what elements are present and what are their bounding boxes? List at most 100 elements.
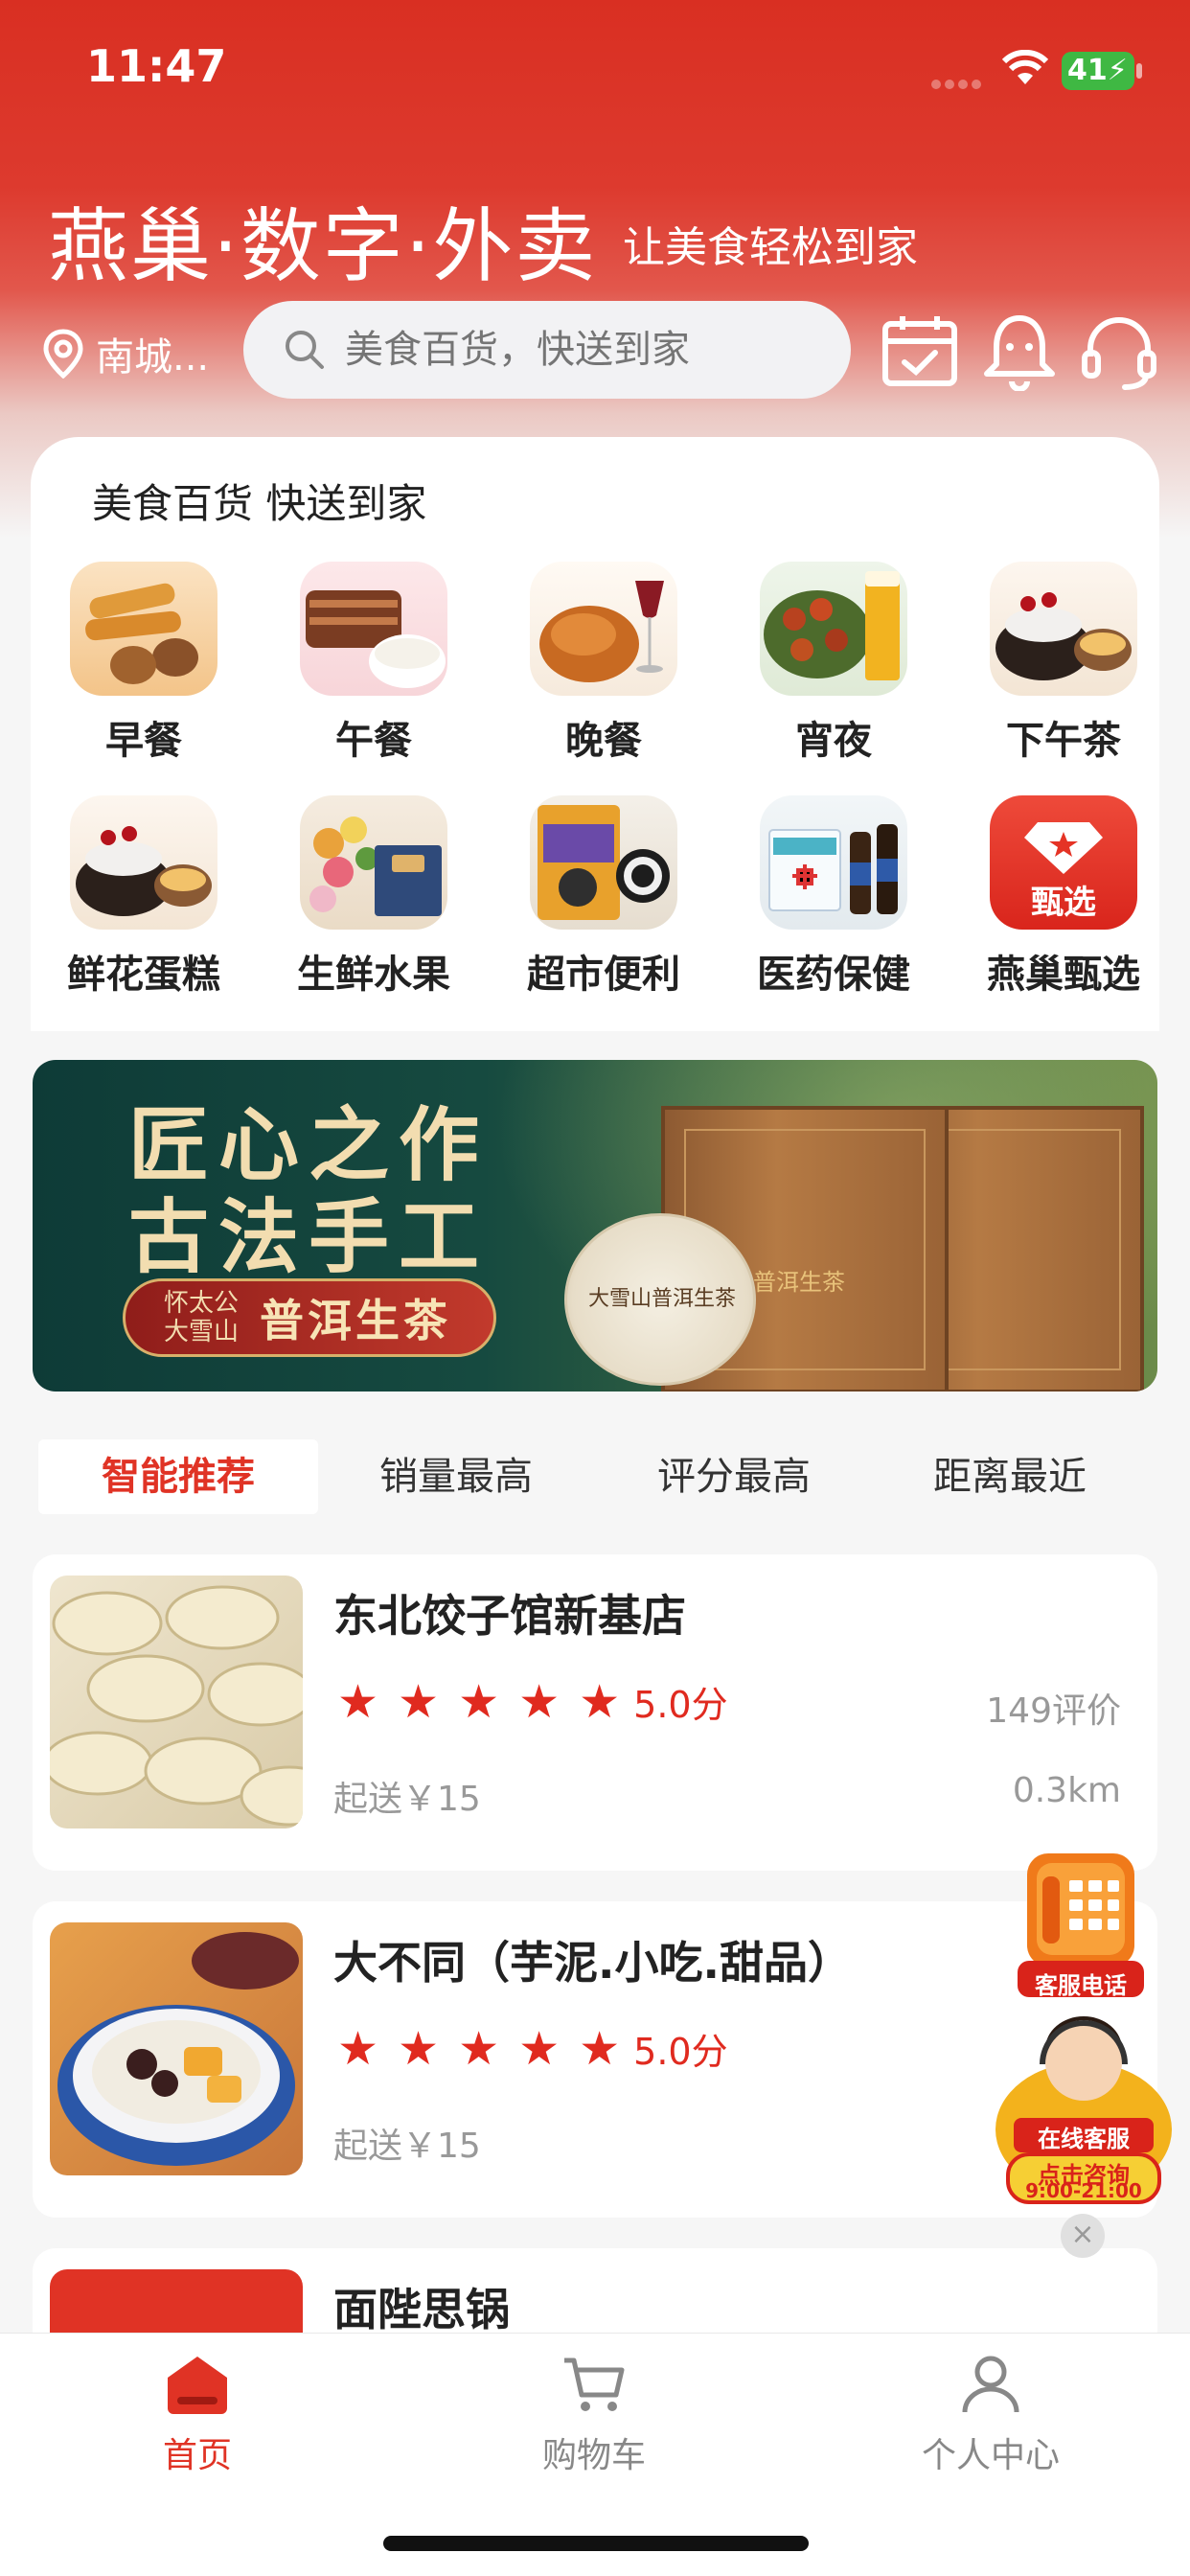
tab-top-rated[interactable]: 评分最高 [594, 1439, 874, 1514]
category-late-night[interactable]: 宵夜 [738, 562, 929, 765]
battery-level: 41 [1067, 54, 1108, 87]
banner-product-pill: 怀太公 大雪山 普洱生茶 [123, 1278, 496, 1357]
dinner-icon [530, 562, 677, 696]
lunch-icon [300, 562, 447, 696]
calendar-check-icon[interactable] [880, 310, 960, 391]
category-medicine[interactable]: 医药保健 [738, 795, 929, 999]
breakfast-icon [70, 562, 217, 696]
category-flower-cake[interactable]: 鲜花蛋糕 [48, 795, 240, 999]
category-label: 早餐 [105, 719, 182, 763]
banner-pill-small-1: 怀太公 [164, 1289, 240, 1318]
star-icon: ★ [337, 1674, 379, 1729]
online-service-label: 在线客服 [1038, 2126, 1130, 2152]
star-icon: ★ [518, 1674, 561, 1729]
category-label: 晚餐 [565, 719, 642, 763]
wifi-icon [1001, 49, 1049, 90]
location-label: 南城... [96, 335, 210, 380]
shop-score: 5.0分 [633, 2031, 728, 2073]
search-bar[interactable] [243, 301, 851, 399]
location-selector[interactable]: 南城... [42, 326, 209, 381]
star-icon: ★ [398, 1674, 440, 1729]
supermarket-icon [530, 795, 677, 930]
home-icon [168, 2357, 227, 2414]
fresh-fruit-icon [300, 795, 447, 930]
tea-cake: 大雪山普洱生茶 [564, 1213, 756, 1386]
banner-pill-title: 普洱生茶 [260, 1295, 451, 1346]
customer-service-phone-button[interactable]: 客服电话 [1014, 1848, 1148, 2001]
category-label: 医药保健 [757, 953, 910, 997]
category-label: 午餐 [335, 719, 412, 763]
banner-pill-brand: 怀太公 大雪山 [164, 1289, 250, 1346]
banner-pill-small-2: 大雪山 [164, 1318, 240, 1346]
battery-icon: 41⚡ [1062, 52, 1134, 90]
shop-name: 面陛思锅 [333, 2284, 510, 2335]
category-fresh-fruit[interactable]: 生鲜水果 [278, 795, 469, 999]
star-icon: ★ [337, 2021, 379, 2076]
shop-min-order: 起送￥15 [333, 2127, 481, 2166]
status-time: 11:47 [86, 40, 227, 92]
medicine-icon [760, 795, 907, 930]
category-afternoon-tea[interactable]: 下午茶 [968, 562, 1159, 765]
app-title: 燕巢·数字·外卖 [48, 199, 598, 293]
category-dinner[interactable]: 晚餐 [508, 562, 699, 765]
shop-distance: 0.3km [1012, 1771, 1121, 1810]
category-selection[interactable]: 甄选 燕巢甄选 [968, 795, 1159, 999]
sort-tabs: 智能推荐 销量最高 评分最高 距离最近 [38, 1439, 1152, 1514]
selection-badge: 甄选 [1031, 884, 1096, 922]
tab-nearest[interactable]: 距离最近 [870, 1439, 1150, 1514]
shop-rating: ★ ★ ★ ★ ★ 5.0分 [337, 1675, 728, 1728]
search-input[interactable] [345, 328, 824, 372]
shop-min-order: 起送￥15 [333, 1780, 481, 1819]
tab-cart[interactable]: 购物车 [498, 2353, 690, 2477]
category-card: 美食百货 快送到家 早餐 午餐 晚餐 宵夜 下午茶 鲜花蛋糕 生鲜水果 超市便利… [31, 437, 1159, 1031]
category-label: 燕巢甄选 [987, 953, 1140, 997]
category-supermarket[interactable]: 超市便利 [508, 795, 699, 999]
service-hours: 9:00-21:00 [1025, 2179, 1142, 2202]
tab-top-sales[interactable]: 销量最高 [316, 1439, 596, 1514]
shop-image [50, 1922, 303, 2175]
star-icon: ★ [458, 2021, 500, 2076]
star-icon: ★ [579, 2021, 621, 2076]
star-icon: ★ [398, 2021, 440, 2076]
category-label: 鲜花蛋糕 [67, 953, 220, 997]
promo-banner[interactable]: 匠心之作 古法手工 怀太公 大雪山 普洱生茶 大雪山普洱生茶 大雪山普洱生茶 [33, 1060, 1157, 1392]
star-icon: ★ [518, 2021, 561, 2076]
shop-name: 大不同（芋泥.小吃.甜品） [333, 1937, 852, 1989]
category-label: 超市便利 [527, 953, 680, 997]
headset-icon[interactable] [1079, 310, 1159, 391]
home-indicator [383, 2536, 809, 2551]
category-title: 美食百货 快送到家 [92, 480, 427, 527]
close-icon[interactable]: × [1061, 2214, 1105, 2258]
bell-icon[interactable] [979, 310, 1060, 392]
user-icon [962, 2356, 1019, 2413]
category-breakfast[interactable]: 早餐 [48, 562, 240, 765]
category-label: 生鲜水果 [297, 953, 450, 997]
cart-icon [564, 2358, 625, 2411]
category-label: 下午茶 [1006, 719, 1121, 763]
selection-diamond-icon: 甄选 [990, 795, 1137, 930]
phone-service-label: 客服电话 [1035, 1972, 1127, 1999]
battery-tip [1136, 63, 1142, 79]
status-bar: 11:47 41⚡ [0, 0, 1190, 144]
tea-cake-label: 大雪山普洱生茶 [588, 1287, 737, 1311]
shop-card[interactable]: 大不同（芋泥.小吃.甜品） ★ ★ ★ ★ ★ 5.0分 85 起送￥15 [33, 1901, 1157, 2218]
category-lunch[interactable]: 午餐 [278, 562, 469, 765]
late-night-snack-icon [760, 562, 907, 696]
tab-profile-label: 个人中心 [921, 2436, 1060, 2475]
location-pin-icon [43, 329, 83, 379]
online-service-button[interactable]: 在线客服 点击咨询 9:00-21:00 [995, 2014, 1173, 2206]
search-icon [286, 331, 324, 369]
shop-name: 东北饺子馆新基店 [333, 1590, 686, 1642]
signal-icon [931, 75, 989, 89]
star-icon: ★ [579, 1674, 621, 1729]
shop-card[interactable]: 东北饺子馆新基店 ★ ★ ★ ★ ★ 5.0分 149评价 起送￥15 0.3k… [33, 1554, 1157, 1871]
shop-reviews: 149评价 [986, 1691, 1121, 1731]
banner-headline-2: 古法手工 [128, 1189, 490, 1284]
tab-home[interactable]: 首页 [102, 2353, 293, 2477]
tab-cart-label: 购物车 [541, 2436, 646, 2475]
tab-profile[interactable]: 个人中心 [895, 2353, 1087, 2477]
tab-home-label: 首页 [162, 2436, 232, 2475]
star-icon: ★ [458, 1674, 500, 1729]
tab-smart-recommend[interactable]: 智能推荐 [38, 1439, 318, 1514]
shop-image [50, 1576, 303, 1828]
